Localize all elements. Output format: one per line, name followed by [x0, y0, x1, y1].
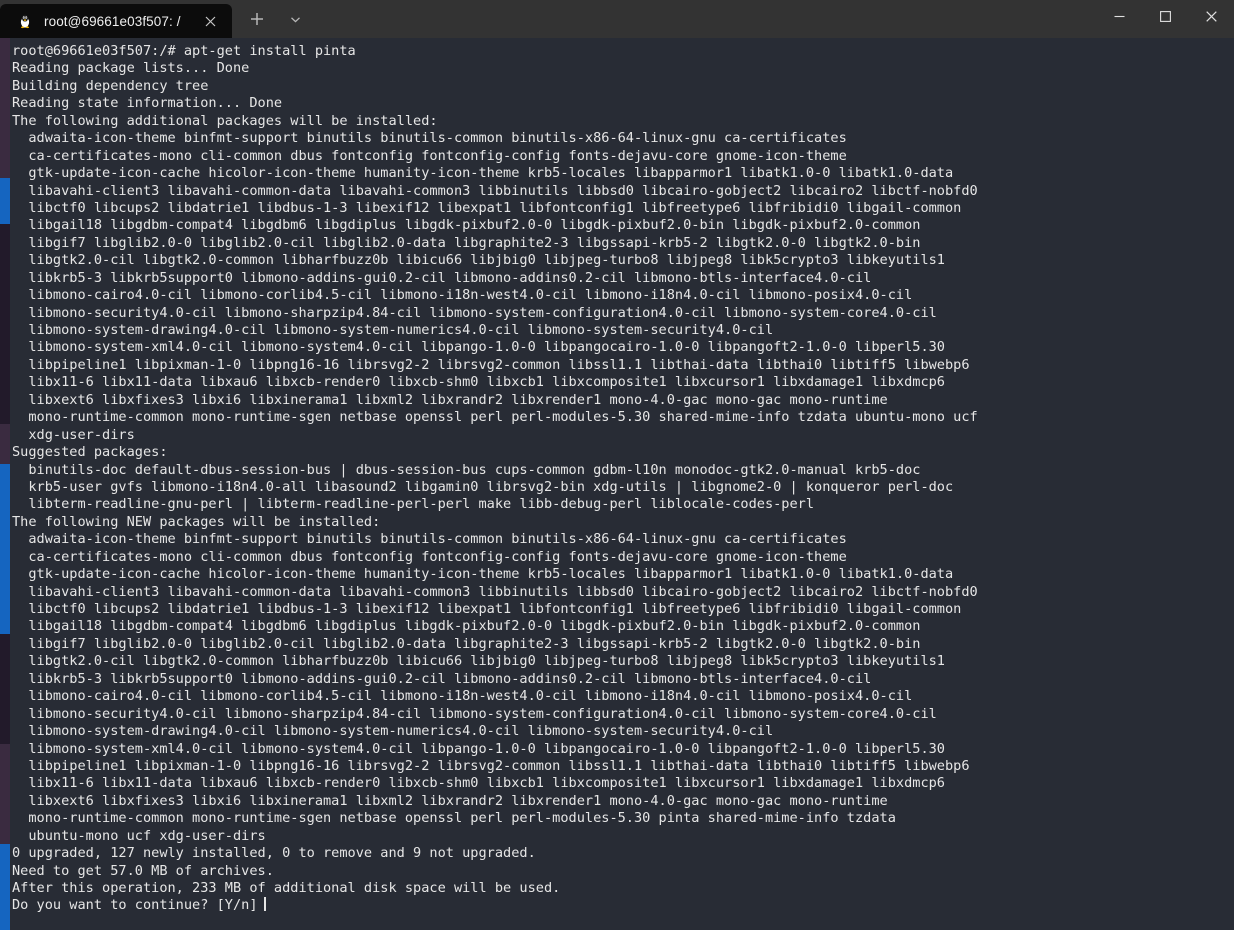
terminal-line: libavahi-client3 libavahi-common-data li…: [12, 583, 978, 600]
terminal-line: 0 upgraded, 127 newly installed, 0 to re…: [12, 845, 536, 862]
title-bar: root@69661e03f507: /: [0, 0, 1234, 38]
terminal-line: After this operation, 233 MB of addition…: [12, 880, 561, 896]
terminal-line: libkrb5-3 libkrb5support0 libmono-addins…: [12, 670, 872, 687]
tab-menu-chevron-down-icon[interactable]: [278, 2, 312, 36]
terminal-line: libmono-cairo4.0-cil libmono-corlib4.5-c…: [12, 688, 913, 705]
title-bar-drag-area[interactable]: [312, 0, 1096, 38]
terminal-line: The following additional packages will b…: [12, 112, 438, 129]
terminal-line: libmono-security4.0-cil libmono-sharpzip…: [12, 705, 937, 722]
terminal-line: libmono-system-xml4.0-cil libmono-system…: [12, 339, 945, 356]
terminal-line: The following NEW packages will be insta…: [12, 513, 381, 530]
terminal-line: Suggested packages:: [12, 444, 168, 461]
terminal-line: adwaita-icon-theme binfmt-support binuti…: [12, 531, 847, 548]
terminal-line: mono-runtime-common mono-runtime-sgen ne…: [12, 810, 896, 827]
terminal-line: libmono-system-drawing4.0-cil libmono-sy…: [12, 723, 774, 740]
terminal-line: ca-certificates-mono cli-common dbus fon…: [12, 147, 847, 164]
text-cursor: [263, 897, 266, 912]
terminal-line: libmono-cairo4.0-cil libmono-corlib4.5-c…: [12, 287, 913, 304]
terminal-line: mono-runtime-common mono-runtime-sgen ne…: [12, 409, 978, 426]
terminal-line: gtk-update-icon-cache hicolor-icon-theme…: [12, 165, 954, 182]
terminal-line: libmono-security4.0-cil libmono-sharpzip…: [12, 304, 937, 321]
terminal-line: Do you want to continue? [Y/n]: [12, 897, 1234, 914]
terminal-line: Building dependency tree: [12, 77, 209, 94]
terminal-line: libmono-system-drawing4.0-cil libmono-sy…: [12, 322, 774, 338]
terminal-line: libx11-6 libx11-data libxau6 libxcb-rend…: [12, 374, 945, 391]
terminal-line: libkrb5-3 libkrb5support0 libmono-addins…: [12, 269, 872, 286]
terminal-line: gtk-update-icon-cache hicolor-icon-theme…: [12, 566, 954, 583]
tab-strip: root@69661e03f507: /: [0, 0, 312, 38]
terminal-line: xdg-user-dirs: [12, 426, 135, 443]
terminal-line: libmono-system-xml4.0-cil libmono-system…: [12, 740, 945, 757]
terminal-window: root@69661e03f507: / root@69661e03f507:/…: [0, 0, 1234, 930]
terminal-line: libxext6 libxfixes3 libxi6 libxinerama1 …: [12, 792, 888, 809]
terminal-line: libpipeline1 libpixman-1-0 libpng16-16 l…: [12, 757, 970, 774]
linux-penguin-icon: [16, 12, 34, 30]
terminal-line: libavahi-client3 libavahi-common-data li…: [12, 182, 978, 199]
terminal-line: ubuntu-mono ucf xdg-user-dirs: [12, 827, 266, 844]
terminal-line: libgtk2.0-cil libgtk2.0-common libharfbu…: [12, 252, 945, 269]
tab-title: root@69661e03f507: /: [44, 13, 181, 29]
terminal-line: libterm-readline-gnu-perl | libterm-read…: [12, 496, 815, 513]
terminal-line: libx11-6 libx11-data libxau6 libxcb-rend…: [12, 775, 945, 792]
maximize-button[interactable]: [1142, 0, 1188, 32]
terminal-line: libctf0 libcups2 libdatrie1 libdbus-1-3 …: [12, 601, 962, 617]
terminal-output: root@69661e03f507:/# apt-get install pin…: [10, 38, 1234, 915]
window-controls: [1096, 0, 1234, 38]
terminal-line: libgtk2.0-cil libgtk2.0-common libharfbu…: [12, 653, 945, 670]
terminal-line: root@69661e03f507:/# apt-get install pin…: [12, 43, 356, 59]
terminal-line: adwaita-icon-theme binfmt-support binuti…: [12, 130, 847, 147]
terminal-line: Reading state information... Done: [12, 95, 283, 112]
new-tab-button[interactable]: [240, 2, 274, 36]
terminal-line: ca-certificates-mono cli-common dbus fon…: [12, 548, 847, 565]
terminal-line: libgif7 libglib2.0-0 libglib2.0-cil libg…: [12, 635, 921, 652]
tab-close-icon[interactable]: [196, 7, 224, 35]
terminal-line: libctf0 libcups2 libdatrie1 libdbus-1-3 …: [12, 199, 962, 216]
close-button[interactable]: [1188, 0, 1234, 32]
terminal-tab[interactable]: root@69661e03f507: /: [0, 4, 232, 38]
minimize-button[interactable]: [1096, 0, 1142, 32]
terminal-line: binutils-doc default-dbus-session-bus | …: [12, 461, 921, 478]
terminal-line: libpipeline1 libpixman-1-0 libpng16-16 l…: [12, 356, 970, 373]
terminal-line: libgail18 libgdbm-compat4 libgdbm6 libgd…: [12, 618, 921, 635]
terminal-line: Need to get 57.0 MB of archives.: [12, 862, 274, 879]
terminal-line: libxext6 libxfixes3 libxi6 libxinerama1 …: [12, 391, 888, 408]
terminal-line: krb5-user gvfs libmono-i18n4.0-all libas…: [12, 478, 954, 495]
terminal-body[interactable]: root@69661e03f507:/# apt-get install pin…: [10, 38, 1234, 930]
terminal-line: libgail18 libgdbm-compat4 libgdbm6 libgd…: [12, 217, 921, 234]
terminal-line: Reading package lists... Done: [12, 60, 250, 77]
terminal-line: libgif7 libglib2.0-0 libglib2.0-cil libg…: [12, 234, 921, 251]
